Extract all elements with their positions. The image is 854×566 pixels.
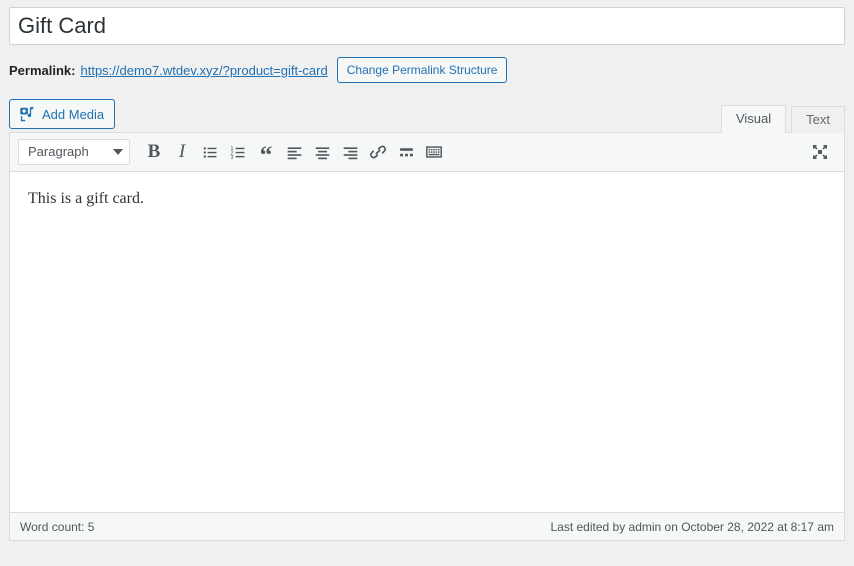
- editor-panel: Paragraph B I 1 2 3 “ This is a gift car…: [9, 132, 845, 541]
- align-right-icon: [343, 146, 357, 159]
- align-center-icon: [315, 146, 329, 159]
- permalink-url-link[interactable]: https://demo7.wtdev.xyz/?product=gift-ca…: [80, 63, 327, 78]
- editor-toolbar-row: Add Media Visual Text: [9, 99, 845, 133]
- keyboard-icon: [426, 146, 442, 158]
- paragraph-format-select[interactable]: Paragraph: [18, 139, 130, 165]
- last-edited-label: Last edited by admin on October 28, 2022…: [550, 519, 834, 534]
- keyboard-shortcuts-button[interactable]: [420, 138, 448, 166]
- change-permalink-structure-button[interactable]: Change Permalink Structure: [336, 57, 508, 83]
- align-center-button[interactable]: [308, 138, 336, 166]
- fullscreen-icon: [812, 144, 828, 160]
- bulleted-list-icon: [203, 146, 216, 158]
- editor-status-bar: Word count: 5 Last edited by admin on Oc…: [10, 512, 844, 540]
- tab-visual[interactable]: Visual: [720, 105, 787, 133]
- editor-content-area[interactable]: This is a gift card.: [10, 172, 844, 512]
- editor-paragraph: This is a gift card.: [28, 190, 144, 207]
- align-left-icon: [287, 146, 301, 159]
- post-editor-screen: Permalink: https://demo7.wtdev.xyz/?prod…: [0, 0, 854, 566]
- paragraph-format-value: Paragraph: [28, 144, 89, 159]
- align-left-button[interactable]: [280, 138, 308, 166]
- permalink-row: Permalink: https://demo7.wtdev.xyz/?prod…: [9, 56, 845, 84]
- distraction-free-writing-button[interactable]: [806, 138, 834, 166]
- read-more-icon: [399, 147, 413, 156]
- permalink-label: Permalink:: [9, 62, 76, 78]
- media-icon: [18, 105, 36, 123]
- italic-button[interactable]: I: [168, 138, 196, 166]
- numbered-list-button[interactable]: 1 2 3: [224, 138, 252, 166]
- title-row: [9, 0, 845, 45]
- svg-text:3: 3: [230, 154, 233, 160]
- editor-mode-tabs: Visual Text: [716, 105, 845, 133]
- bold-button[interactable]: B: [140, 138, 168, 166]
- align-right-button[interactable]: [336, 138, 364, 166]
- insert-link-button[interactable]: [364, 138, 392, 166]
- chevron-down-icon: [113, 149, 123, 155]
- mce-toolbar: Paragraph B I 1 2 3 “: [10, 133, 844, 172]
- link-icon: [370, 145, 386, 159]
- add-media-label: Add Media: [42, 106, 105, 122]
- blockquote-button[interactable]: “: [252, 138, 280, 168]
- numbered-list-icon: 1 2 3: [230, 145, 244, 160]
- add-media-button[interactable]: Add Media: [9, 99, 116, 129]
- word-count-label: Word count: 5: [20, 519, 95, 534]
- read-more-button[interactable]: [392, 138, 420, 166]
- tab-text[interactable]: Text: [791, 106, 845, 133]
- bulleted-list-button[interactable]: [196, 138, 224, 166]
- post-title-input[interactable]: [9, 7, 845, 45]
